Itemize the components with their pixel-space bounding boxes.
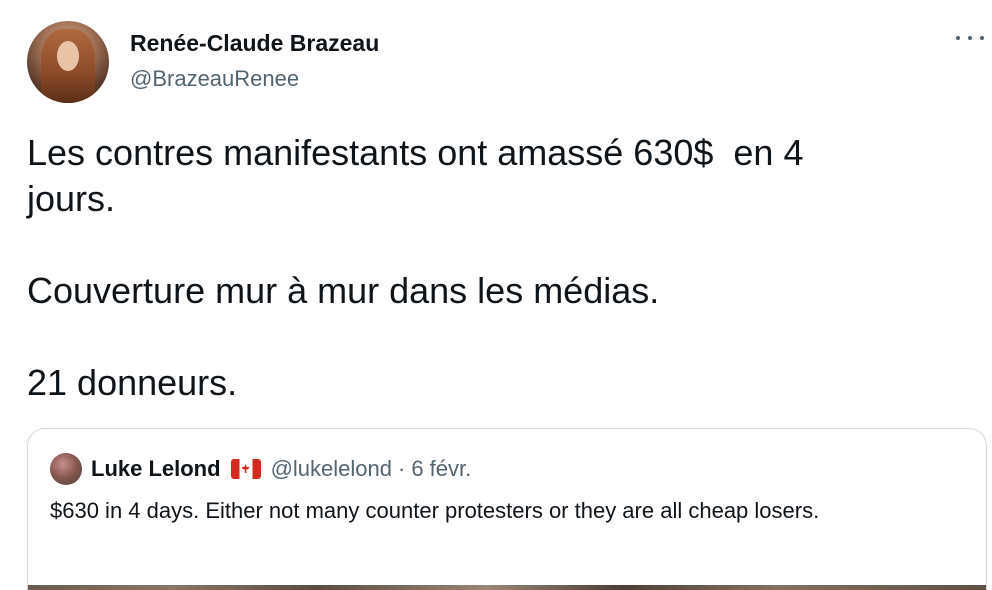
- quoted-tweet-text: $630 in 4 days. Either not many counter …: [50, 498, 820, 523]
- dot-icon: [956, 36, 960, 40]
- quoted-tweet-media-image[interactable]: [28, 585, 986, 590]
- quoted-author-avatar[interactable]: [50, 453, 82, 485]
- more-options-icon[interactable]: [956, 28, 984, 48]
- tweet-text-blank-line: [27, 222, 927, 268]
- quoted-tweet[interactable]: Luke Lelond @lukelelond · 6 févr. $630 i…: [27, 428, 987, 590]
- tweet-text: Les contres manifestants ont amassé 630$…: [27, 130, 927, 406]
- author-display-name[interactable]: Renée-Claude Brazeau: [130, 30, 379, 57]
- tweet-text-blank-line: [27, 314, 927, 360]
- quoted-tweet-date[interactable]: 6 févr.: [411, 456, 471, 482]
- quoted-author-display-name[interactable]: Luke Lelond: [91, 456, 221, 482]
- tweet-text-line: Les contres manifestants ont amassé 630$…: [27, 132, 804, 173]
- author-handle[interactable]: @BrazeauRenee: [130, 66, 299, 92]
- tweet-text-line: 21 donneurs.: [27, 362, 238, 403]
- quoted-tweet-header: Luke Lelond @lukelelond · 6 févr.: [50, 453, 471, 485]
- quoted-separator: ·: [397, 456, 406, 481]
- tweet-text-line: jours.: [27, 178, 116, 219]
- avatar-face: [57, 41, 79, 71]
- dot-icon: [980, 36, 984, 40]
- tweet: Renée-Claude Brazeau @BrazeauRenee Les c…: [0, 0, 992, 590]
- tweet-text-line: Couverture mur à mur dans les médias.: [27, 270, 660, 311]
- author-avatar[interactable]: [27, 21, 109, 103]
- quoted-author-handle[interactable]: @lukelelond: [271, 456, 392, 482]
- canada-flag-icon: [230, 459, 261, 479]
- dot-icon: [968, 36, 972, 40]
